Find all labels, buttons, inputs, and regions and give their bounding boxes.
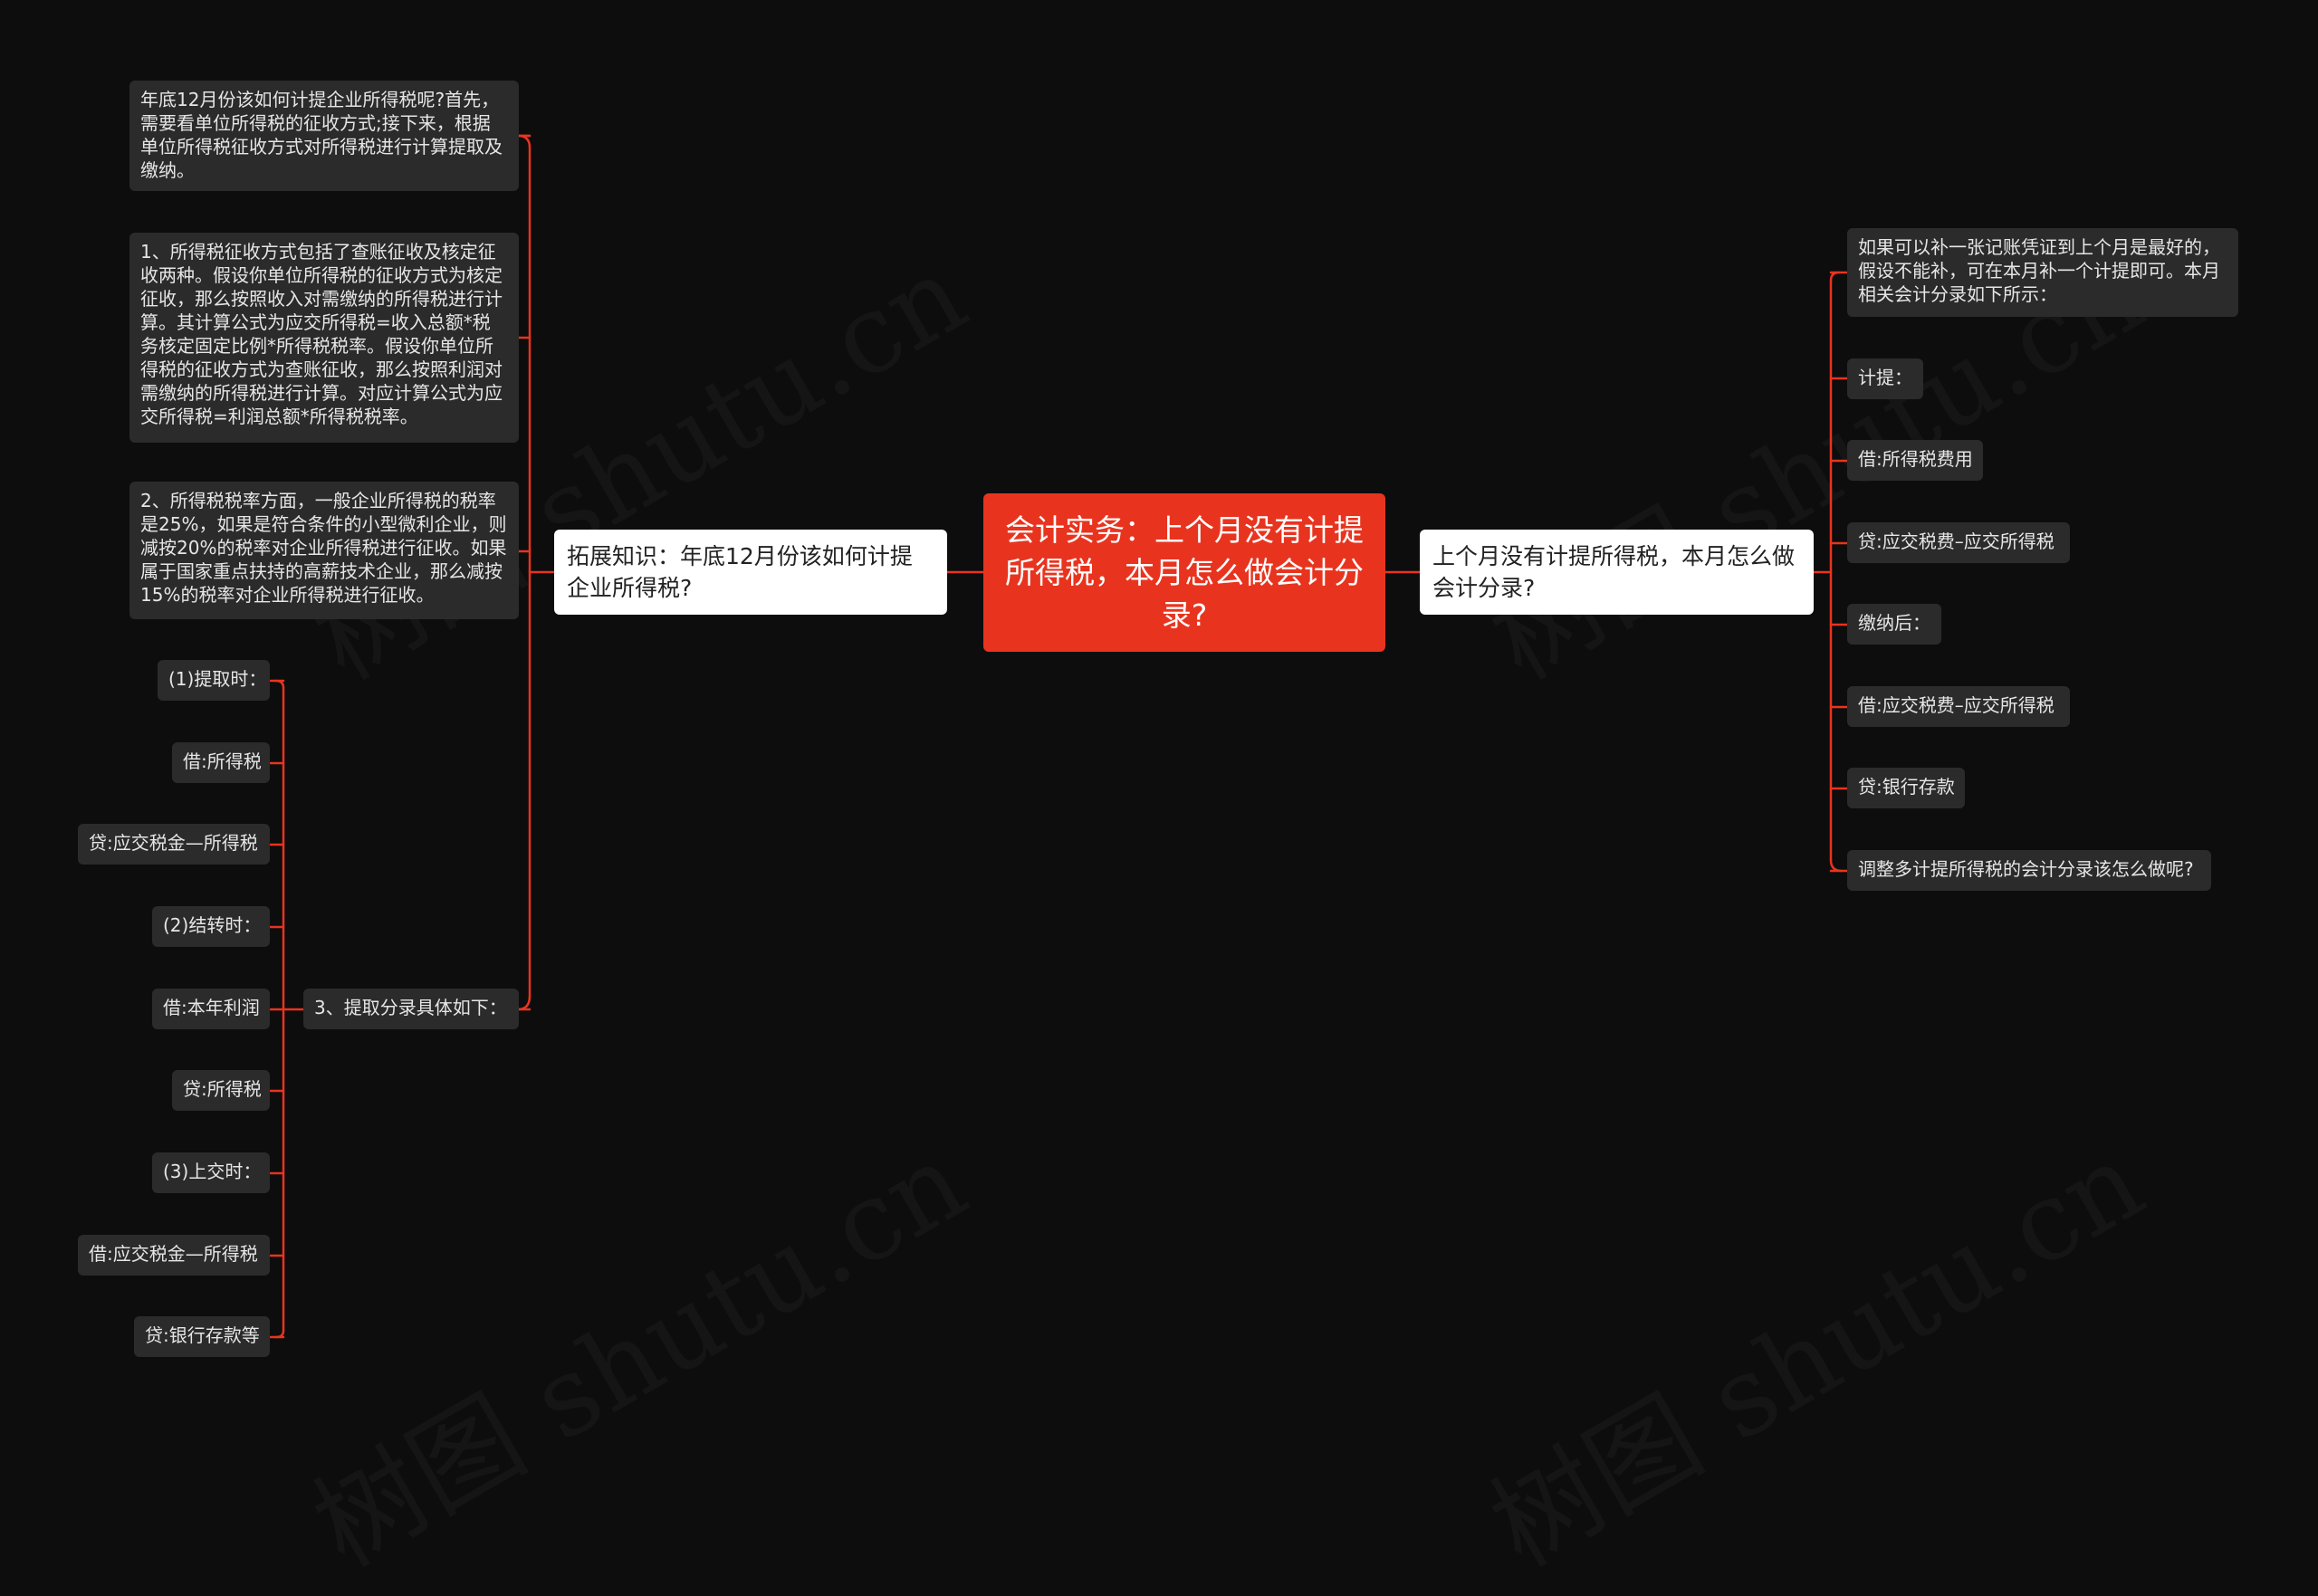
branch-left-text: 拓展知识：年底12月份该如何计提企业所得税?	[567, 543, 913, 601]
journal-item[interactable]: 贷:银行存款等	[134, 1316, 270, 1357]
right-item[interactable]: 缴纳后：	[1847, 604, 1941, 645]
right-item[interactable]: 贷:应交税费–应交所得税	[1847, 522, 2070, 563]
journal-item-text: (3)上交时：	[163, 1161, 262, 1182]
right-item-text: 借:所得税费用	[1858, 448, 1973, 470]
journal-item-text: 贷:应交税金—所得税	[89, 832, 258, 854]
journal-item[interactable]: (3)上交时：	[152, 1152, 270, 1193]
journal-item[interactable]: 贷:应交税金—所得税	[78, 824, 270, 865]
left-point1-text: 1、所得税征收方式包括了查账征收及核定征收两种。假设你单位所得税的征收方式为核定…	[140, 241, 503, 427]
right-item[interactable]: 调整多计提所得税的会计分录该怎么做呢?	[1847, 850, 2211, 891]
right-item-text: 如果可以补一张记账凭证到上个月是最好的，假设不能补，可在本月补一个计提即可。本月…	[1858, 236, 2220, 305]
right-item[interactable]: 借:所得税费用	[1847, 440, 1983, 481]
root-topic-text: 会计实务：上个月没有计提所得税，本月怎么做会计分录?	[1005, 512, 1364, 633]
branch-left-topic[interactable]: 拓展知识：年底12月份该如何计提企业所得税?	[554, 530, 947, 615]
journal-item[interactable]: 借:应交税金—所得税	[78, 1235, 270, 1276]
right-item[interactable]: 贷:银行存款	[1847, 768, 1965, 808]
journal-item[interactable]: 借:所得税	[172, 742, 270, 783]
journal-item-text: (2)结转时：	[163, 914, 262, 936]
left-point2-text: 2、所得税税率方面，一般企业所得税的税率是25%，如果是符合条件的小型微利企业，…	[140, 490, 507, 606]
branch-right-text: 上个月没有计提所得税，本月怎么做会计分录?	[1432, 543, 1796, 601]
branch-right-topic[interactable]: 上个月没有计提所得税，本月怎么做会计分录?	[1420, 530, 1814, 615]
journal-item[interactable]: 贷:所得税	[172, 1070, 270, 1111]
right-item-text: 贷:银行存款	[1858, 776, 1955, 798]
journal-item-text: 贷:银行存款等	[145, 1324, 260, 1346]
left-point1-node[interactable]: 1、所得税征收方式包括了查账征收及核定征收两种。假设你单位所得税的征收方式为核定…	[129, 233, 519, 443]
journal-item-text: 借:所得税	[183, 750, 262, 772]
left-point3-node[interactable]: 3、提取分录具体如下：	[303, 989, 519, 1029]
right-item[interactable]: 如果可以补一张记账凭证到上个月是最好的，假设不能补，可在本月补一个计提即可。本月…	[1847, 228, 2238, 317]
right-item-text: 缴纳后：	[1858, 612, 1930, 634]
journal-item-text: 借:本年利润	[163, 997, 260, 1018]
root-topic[interactable]: 会计实务：上个月没有计提所得税，本月怎么做会计分录?	[983, 493, 1385, 652]
right-item[interactable]: 计提：	[1847, 358, 1923, 399]
right-item-text: 贷:应交税费–应交所得税	[1858, 530, 2055, 552]
left-point2-node[interactable]: 2、所得税税率方面，一般企业所得税的税率是25%，如果是符合条件的小型微利企业，…	[129, 482, 519, 619]
mindmap-canvas: 树图 shutu.cn 树图 shutu.cn 树图 shutu.cn 树图 s…	[0, 0, 2318, 1438]
right-item-text: 借:应交税费–应交所得税	[1858, 694, 2055, 716]
left-intro-text: 年底12月份该如何计提企业所得税呢?首先，需要看单位所得税的征收方式;接下来，根…	[140, 89, 503, 181]
journal-item-text: (1)提取时：	[168, 668, 267, 690]
right-item-text: 计提：	[1858, 367, 1912, 388]
right-item[interactable]: 借:应交税费–应交所得税	[1847, 686, 2070, 727]
left-intro-node[interactable]: 年底12月份该如何计提企业所得税呢?首先，需要看单位所得税的征收方式;接下来，根…	[129, 81, 519, 191]
journal-item[interactable]: (2)结转时：	[152, 906, 270, 947]
journal-item-text: 贷:所得税	[183, 1078, 262, 1100]
journal-item[interactable]: 借:本年利润	[152, 989, 270, 1029]
right-item-text: 调整多计提所得税的会计分录该怎么做呢?	[1858, 858, 2194, 880]
journal-item[interactable]: (1)提取时：	[158, 660, 270, 701]
journal-item-text: 借:应交税金—所得税	[89, 1243, 258, 1265]
left-point3-text: 3、提取分录具体如下：	[314, 997, 507, 1018]
